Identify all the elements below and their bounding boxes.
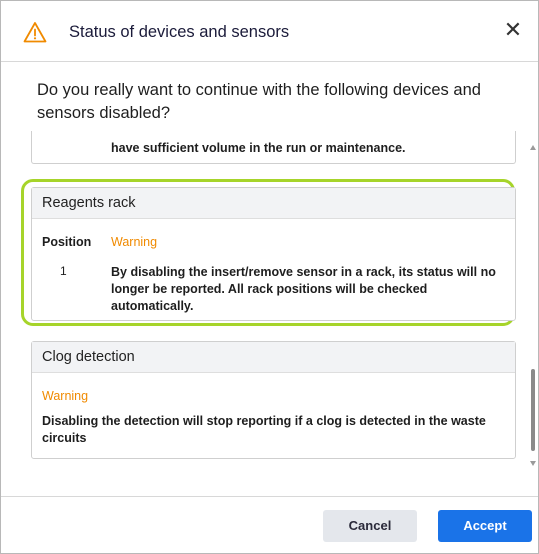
scrollbar[interactable] [528, 131, 538, 476]
reagents-rack-description: By disabling the insert/remove sensor in… [111, 265, 496, 313]
position-value: 1 [60, 264, 67, 278]
scroll-thumb[interactable] [531, 369, 535, 451]
reagents-rack-card: Reagents rack Position Warning 1 By disa… [31, 187, 516, 321]
clog-detection-title: Clog detection [32, 342, 515, 373]
partial-device-card: have sufficient volume in the run or mai… [31, 131, 516, 164]
reagents-rack-title: Reagents rack [32, 188, 515, 219]
reagents-rack-warning-label: Warning [111, 235, 158, 249]
position-label: Position [42, 235, 92, 249]
close-icon[interactable]: ✕ [502, 19, 524, 41]
scroll-up-arrow-icon[interactable] [530, 145, 536, 150]
clog-detection-warning-label: Warning [42, 389, 89, 403]
dialog-title: Status of devices and sensors [69, 23, 290, 41]
devices-list[interactable]: have sufficient volume in the run or mai… [21, 131, 521, 476]
clog-detection-description: Disabling the detection will stop report… [42, 414, 486, 445]
partial-card-text: have sufficient volume in the run or mai… [111, 141, 406, 155]
scroll-down-arrow-icon[interactable] [530, 461, 536, 466]
dialog-header: Status of devices and sensors ✕ [1, 1, 538, 62]
footer-divider [1, 496, 538, 497]
cancel-button[interactable]: Cancel [323, 510, 417, 542]
clog-detection-card: Clog detection Warning Disabling the det… [31, 341, 516, 459]
accept-button[interactable]: Accept [438, 510, 532, 542]
warning-triangle-icon [23, 22, 47, 43]
confirmation-question: Do you really want to continue with the … [37, 81, 481, 122]
status-dialog: Status of devices and sensors ✕ Do you r… [0, 0, 539, 554]
